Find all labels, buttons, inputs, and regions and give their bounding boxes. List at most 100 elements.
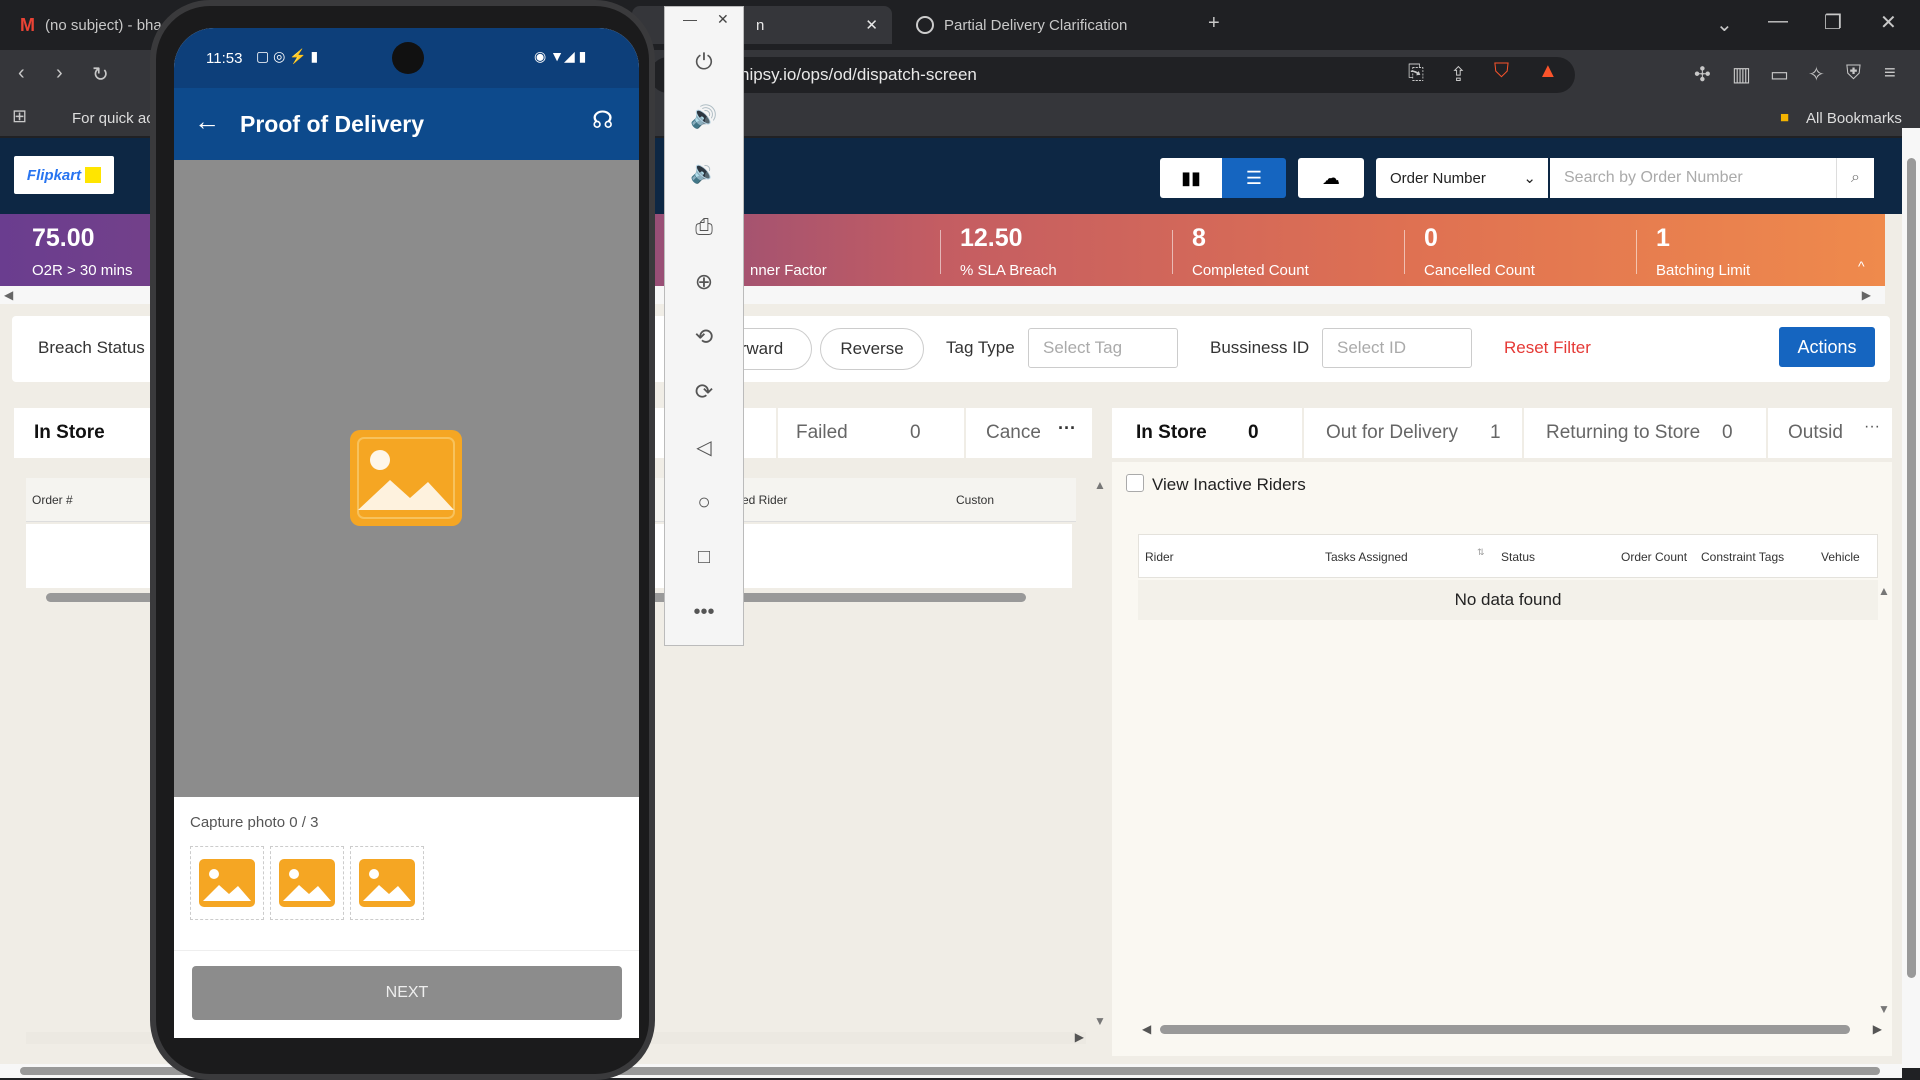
- image-placeholder-icon: [199, 859, 255, 907]
- install-icon[interactable]: ⎘: [1408, 62, 1424, 85]
- zoom-button[interactable]: ⊕: [665, 267, 743, 297]
- list-view-button[interactable]: ☰: [1222, 158, 1286, 198]
- forward-icon[interactable]: ›: [56, 62, 63, 85]
- sort-icon[interactable]: ⇅: [1477, 547, 1485, 558]
- window-close-icon[interactable]: ✕: [1880, 10, 1897, 35]
- reverse-toggle[interactable]: Reverse: [820, 328, 924, 370]
- search-type-value: Order Number: [1390, 169, 1486, 187]
- scroll-left-icon[interactable]: ◀: [4, 288, 13, 302]
- col-constraint: Constraint Tags: [1701, 550, 1785, 564]
- tab-returning[interactable]: Returning to Store 0: [1522, 408, 1762, 458]
- volume-up-icon: 🔊: [690, 104, 718, 129]
- phone-frame: 11:53 ▢ ◎ ⚡ ▮ ◉ ▼◢ ▮ ← Proof of Delivery…: [150, 0, 655, 1080]
- screenshot-button[interactable]: ⎙: [665, 212, 743, 242]
- scroll-up-icon[interactable]: ▲: [1878, 584, 1890, 598]
- metric-label: nner Factor: [750, 262, 827, 279]
- tab-label: Outsid: [1788, 422, 1843, 443]
- more-tabs-button[interactable]: ···: [1058, 418, 1076, 439]
- tab-partial-delivery[interactable]: Partial Delivery Clarification: [902, 6, 1192, 44]
- search-type-select[interactable]: Order Number ⌄: [1376, 158, 1548, 198]
- overview-button[interactable]: □: [665, 542, 743, 572]
- leo-icon[interactable]: ✧: [1808, 62, 1825, 87]
- minimize-icon[interactable]: —: [683, 11, 697, 27]
- rotate-left-button[interactable]: ⟲: [665, 322, 743, 352]
- scroll-up-icon[interactable]: ▲: [1094, 478, 1106, 492]
- minimize-icon[interactable]: —: [1768, 10, 1788, 33]
- rotate-right-button[interactable]: ⟳: [665, 377, 743, 407]
- rotate-left-icon: ⟲: [694, 324, 714, 349]
- close-icon[interactable]: ✕: [717, 11, 729, 28]
- reverse-label: Reverse: [840, 339, 904, 358]
- vpn-icon[interactable]: ⛨: [1846, 62, 1861, 85]
- tag-select[interactable]: Select Tag: [1028, 328, 1178, 368]
- volume-down-button[interactable]: 🔉: [665, 157, 743, 187]
- tab-failed[interactable]: Failed 0: [776, 408, 960, 458]
- more-tabs-button[interactable]: ···: [1864, 418, 1880, 436]
- brave-shield-icon[interactable]: ⛉: [1494, 60, 1509, 83]
- tag-placeholder: Select Tag: [1043, 338, 1123, 357]
- wallet-icon[interactable]: ▭: [1770, 62, 1789, 87]
- reset-filter-link[interactable]: Reset Filter: [1504, 338, 1591, 358]
- tab-label: Out for Delivery: [1326, 422, 1458, 443]
- camera-preview: [174, 160, 639, 797]
- volume-up-button[interactable]: 🔊: [665, 102, 743, 132]
- back-triangle-icon: ◁: [696, 436, 712, 459]
- back-icon[interactable]: ‹: [18, 62, 25, 85]
- tab-cancelled[interactable]: Cance: [964, 408, 1040, 458]
- headset-icon[interactable]: ☊: [592, 106, 613, 135]
- new-tab-icon[interactable]: +: [1208, 12, 1220, 35]
- actions-button[interactable]: Actions: [1779, 327, 1875, 367]
- metric-cancelled: 0 Cancelled Count: [1404, 214, 1630, 286]
- more-button[interactable]: •••: [665, 597, 743, 627]
- photo-slot[interactable]: [270, 846, 344, 920]
- home-circle-icon: ○: [697, 489, 711, 514]
- restore-icon[interactable]: ❐: [1824, 10, 1842, 35]
- tab-in-store[interactable]: In Store 0: [1112, 408, 1298, 458]
- globe-icon: [916, 16, 934, 34]
- business-id-select[interactable]: Select ID: [1322, 328, 1472, 368]
- menu-icon[interactable]: ≡: [1884, 62, 1896, 85]
- metric-value: 1: [1656, 224, 1670, 252]
- url-field[interactable]: hipsy.io/ops/od/dispatch-screen: [650, 57, 1575, 93]
- scroll-right-icon[interactable]: ▶: [1862, 288, 1871, 302]
- riders-panel-body: View Inactive Riders Rider Tasks Assigne…: [1112, 462, 1892, 1056]
- all-bookmarks[interactable]: All Bookmarks: [1806, 110, 1902, 127]
- close-icon[interactable]: ✕: [865, 16, 878, 34]
- page-v-scrollbar[interactable]: [1902, 128, 1920, 1068]
- map-view-button[interactable]: ▮▮: [1160, 158, 1222, 198]
- home-button[interactable]: ○: [665, 487, 743, 517]
- back-button[interactable]: ◁: [665, 432, 743, 462]
- back-arrow-icon[interactable]: ←: [194, 106, 220, 137]
- share-icon[interactable]: ⇪: [1450, 62, 1467, 87]
- riders-h-scrollbar[interactable]: ◀ ▶: [1142, 1022, 1882, 1036]
- extensions-icon[interactable]: ✣: [1694, 62, 1711, 87]
- rewards-icon[interactable]: ▲: [1538, 60, 1558, 83]
- emulator-toolbar: — ✕ ⏻ 🔊 🔉 ⎙ ⊕ ⟲ ⟳ ◁ ○ □ •••: [664, 6, 744, 646]
- reload-icon[interactable]: ↻: [92, 62, 109, 87]
- scroll-down-icon[interactable]: ▼: [1878, 1002, 1890, 1016]
- col-customer: Custon: [956, 493, 995, 507]
- weather-button[interactable]: ☁: [1298, 158, 1364, 198]
- photo-slot[interactable]: [190, 846, 264, 920]
- search-button[interactable]: ⌕: [1836, 158, 1874, 198]
- scroll-down-icon[interactable]: ▼: [1094, 1014, 1106, 1028]
- chevron-down-icon[interactable]: ⌄: [1716, 12, 1733, 37]
- search-input[interactable]: Search by Order Number: [1550, 158, 1836, 198]
- tab-out-for-delivery[interactable]: Out for Delivery 1: [1302, 408, 1520, 458]
- next-button[interactable]: NEXT: [192, 966, 622, 1020]
- url-text: hipsy.io/ops/od/dispatch-screen: [740, 65, 977, 84]
- breach-status-label[interactable]: Breach Status: [38, 338, 145, 358]
- tab-gmail[interactable]: M (no subject) - bha: [6, 6, 176, 44]
- caret-up-icon[interactable]: ^: [1858, 258, 1865, 274]
- inactive-checkbox[interactable]: [1126, 474, 1144, 492]
- status-icons-right: ◉ ▼◢ ▮: [534, 48, 587, 64]
- tab-count: 0: [1722, 422, 1733, 443]
- tab-label: In Store: [1136, 422, 1207, 443]
- sidebar-icon[interactable]: ▥: [1732, 62, 1751, 87]
- power-button[interactable]: ⏻: [665, 47, 743, 77]
- tab-outside[interactable]: Outsid: [1766, 408, 1856, 458]
- metric-sla: 12.50 % SLA Breach: [940, 214, 1166, 286]
- apps-icon[interactable]: ⊞: [12, 106, 27, 127]
- photo-slot[interactable]: [350, 846, 424, 920]
- logo-text: Flipkart: [26, 166, 82, 184]
